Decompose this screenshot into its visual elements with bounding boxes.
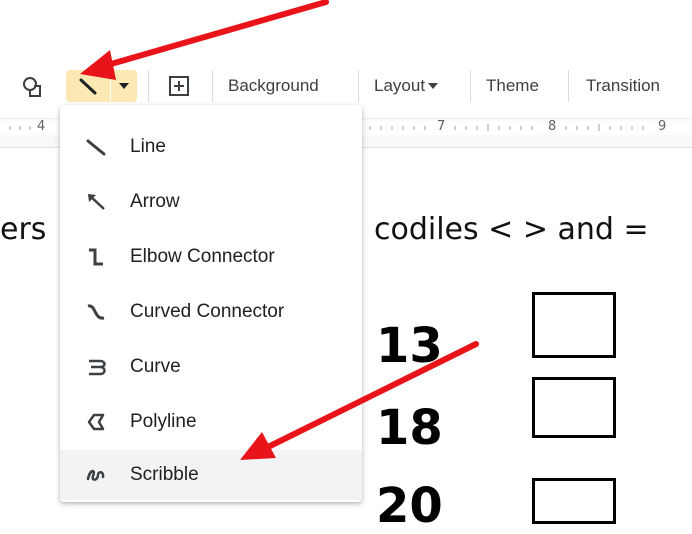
shapes-button[interactable] [16,70,48,102]
new-slide-plus-icon [169,76,189,96]
menu-item-label: Arrow [130,191,180,212]
theme-label: Theme [486,76,539,95]
menu-item-label: Curved Connector [130,301,285,322]
line-type-menu: Line Arrow Elbow Connector Curved Connec… [60,105,362,502]
toolbar-divider [568,70,569,102]
menu-item-curved-connector[interactable]: Curved Connector [60,287,362,337]
curved-connector-icon [82,298,110,326]
toolbar-divider [358,70,359,102]
answer-box [532,292,616,358]
menu-item-label: Polyline [130,411,197,432]
transition-button[interactable]: Transition [580,70,666,102]
answer-box [532,478,616,524]
menu-item-curve[interactable]: Curve [60,342,362,392]
scribble-icon [82,461,110,489]
line-icon [82,133,110,161]
slide-number: 20 [376,478,443,534]
theme-button[interactable]: Theme [480,70,545,102]
menu-item-elbow-connector[interactable]: Elbow Connector [60,232,362,282]
curve-icon [82,353,110,381]
layout-button[interactable]: Layout [368,70,439,102]
menu-item-label: Elbow Connector [130,246,275,267]
layout-caret-icon [428,83,439,89]
arrow-icon [82,188,110,216]
menu-item-polyline[interactable]: Polyline [60,397,362,447]
polyline-icon [82,408,110,436]
menu-item-scribble[interactable]: Scribble [60,450,362,500]
layout-label: Layout [374,76,426,95]
background-label: Background [228,76,319,95]
elbow-connector-icon [82,243,110,271]
slide-number: 18 [376,400,443,456]
menu-item-arrow[interactable]: Arrow [60,177,362,227]
toolbar-divider [212,70,213,102]
menu-item-label: Curve [130,356,181,377]
dropdown-caret-icon [119,83,129,89]
line-tool-button[interactable] [66,70,110,102]
toolbar-divider [470,70,471,102]
slide-number: 13 [376,318,443,374]
toolbar-divider [148,70,149,102]
background-button[interactable]: Background [222,70,325,102]
menu-item-label: Scribble [130,464,199,485]
line-tool-dropdown[interactable] [111,70,137,102]
menu-item-line[interactable]: Line [60,122,362,172]
menu-item-label: Line [130,136,166,157]
slide-text-right: codiles < > and = [374,212,649,247]
transition-label: Transition [586,76,661,95]
line-tool-icon [79,78,97,95]
new-slide-button[interactable] [162,70,196,102]
slide-text-left: ers [0,212,47,247]
shapes-icon [23,77,41,97]
answer-box [532,377,616,438]
